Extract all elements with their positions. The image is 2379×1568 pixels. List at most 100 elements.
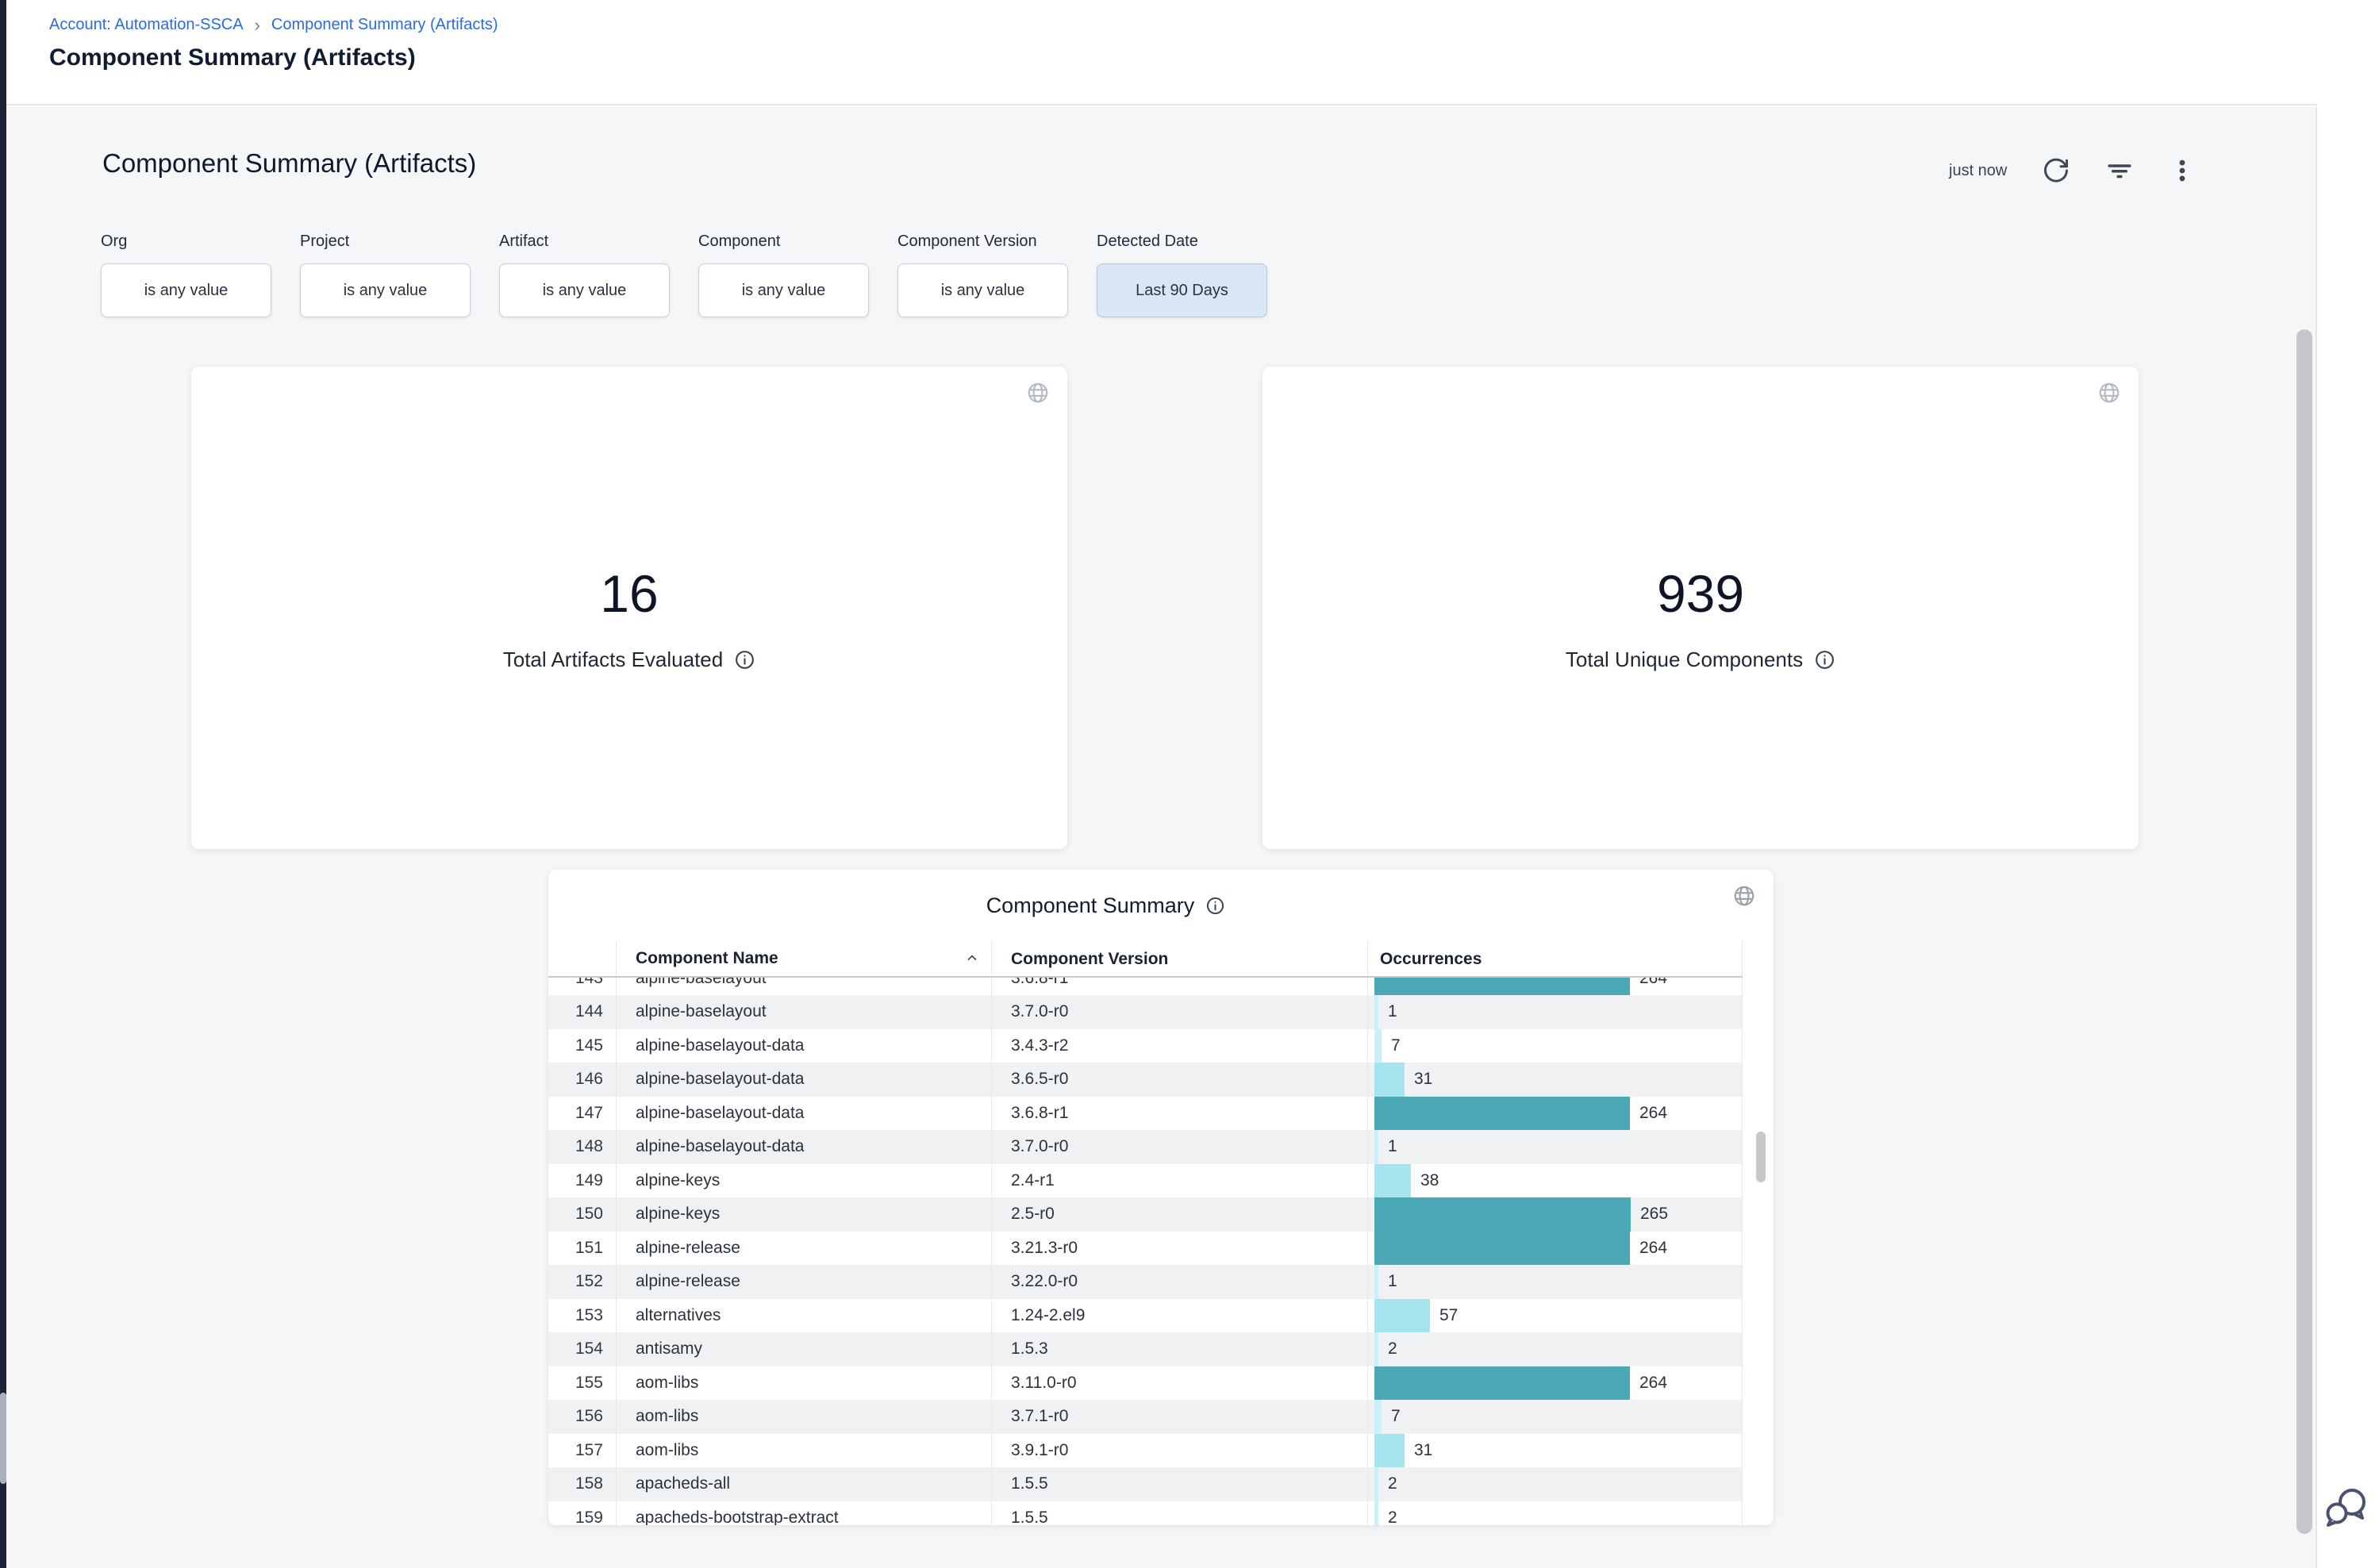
component-version-cell: 3.6.8-r1 bbox=[991, 978, 1367, 995]
refresh-button[interactable] bbox=[2042, 156, 2070, 185]
row-number: 145 bbox=[548, 1029, 616, 1063]
component-version-cell: 3.21.3-r0 bbox=[991, 1232, 1367, 1266]
page-title: Component Summary (Artifacts) bbox=[49, 44, 416, 71]
filter-toggle-button[interactable] bbox=[2105, 156, 2134, 185]
page-scrollbar-thumb[interactable] bbox=[2296, 329, 2312, 1534]
breadcrumb-current-link[interactable]: Component Summary (Artifacts) bbox=[271, 16, 498, 34]
component-name-cell: alpine-baselayout-data bbox=[616, 1063, 991, 1097]
table-row[interactable]: 149alpine-keys2.4-r138 bbox=[548, 1164, 1743, 1198]
component-summary-table-card: Component Summary Component Name bbox=[548, 870, 1774, 1525]
filter-value-component[interactable]: is any value bbox=[698, 263, 869, 317]
component-name-cell: alpine-baselayout-data bbox=[616, 1097, 991, 1131]
row-number: 158 bbox=[548, 1467, 616, 1501]
table-row[interactable]: 159apacheds-bootstrap-extract1.5.52 bbox=[548, 1501, 1743, 1526]
chat-help-button[interactable] bbox=[2320, 1481, 2373, 1536]
globe-icon bbox=[2097, 381, 2121, 405]
component-name-cell: alpine-release bbox=[616, 1265, 991, 1299]
more-actions-button[interactable] bbox=[2169, 157, 2196, 184]
column-header-component-version[interactable]: Component Version bbox=[991, 941, 1367, 976]
table-row[interactable]: 153alternatives1.24-2.el957 bbox=[548, 1299, 1743, 1333]
component-name-cell: aom-libs bbox=[616, 1366, 991, 1401]
occurrences-cell: 264 bbox=[1367, 978, 1743, 995]
component-name-cell: apacheds-all bbox=[616, 1467, 991, 1501]
occurrences-cell: 265 bbox=[1367, 1197, 1743, 1232]
table-header-row: Component Name Component Version Occurre… bbox=[548, 941, 1743, 978]
table-row[interactable]: 154antisamy1.5.32 bbox=[548, 1332, 1743, 1366]
filter-project: Projectis any value bbox=[300, 233, 471, 317]
component-name-cell: aom-libs bbox=[616, 1400, 991, 1434]
filter-value-detected-date[interactable]: Last 90 Days bbox=[1097, 263, 1267, 317]
table-row[interactable]: 155aom-libs3.11.0-r0264 bbox=[548, 1366, 1743, 1401]
table-row[interactable]: 156aom-libs3.7.1-r07 bbox=[548, 1400, 1743, 1434]
column-header-row-number bbox=[548, 941, 616, 976]
occurrence-value: 265 bbox=[1640, 1197, 1668, 1232]
stat-card-total-artifacts: 16 Total Artifacts Evaluated bbox=[191, 367, 1067, 849]
occurrence-value: 264 bbox=[1639, 1366, 1667, 1401]
breadcrumb: Account: Automation-SSCA › Component Sum… bbox=[49, 16, 498, 34]
occurrence-value: 264 bbox=[1639, 1232, 1667, 1266]
component-name-cell: antisamy bbox=[616, 1332, 991, 1366]
occurrence-bar bbox=[1374, 1130, 1378, 1164]
occurrence-bar bbox=[1374, 1097, 1630, 1131]
table-row[interactable]: 144alpine-baselayout3.7.0-r01 bbox=[548, 995, 1743, 1029]
table-scrollbar-thumb[interactable] bbox=[1756, 1132, 1766, 1182]
row-number: 152 bbox=[548, 1265, 616, 1299]
info-icon[interactable] bbox=[1205, 896, 1225, 916]
table-row[interactable]: 150alpine-keys2.5-r0265 bbox=[548, 1197, 1743, 1232]
filter-component-version: Component Versionis any value bbox=[897, 233, 1068, 317]
table-row[interactable]: 148alpine-baselayout-data3.7.0-r01 bbox=[548, 1130, 1743, 1164]
component-version-cell: 3.7.0-r0 bbox=[991, 1130, 1367, 1164]
sidebar-scrollbar-thumb[interactable] bbox=[0, 1393, 6, 1484]
component-version-cell: 1.24-2.el9 bbox=[991, 1299, 1367, 1333]
stat-label: Total Unique Components bbox=[1566, 648, 1803, 672]
column-header-component-name[interactable]: Component Name bbox=[616, 941, 991, 976]
occurrence-bar bbox=[1374, 1332, 1378, 1366]
occurrence-bar bbox=[1374, 1299, 1430, 1333]
occurrence-bar bbox=[1374, 1501, 1378, 1526]
occurrences-cell: 264 bbox=[1367, 1366, 1743, 1401]
occurrence-value: 31 bbox=[1414, 1434, 1432, 1468]
column-header-occurrences[interactable]: Occurrences bbox=[1367, 941, 1743, 976]
component-version-cell: 3.4.3-r2 bbox=[991, 1029, 1367, 1063]
table-row[interactable]: 157aom-libs3.9.1-r031 bbox=[548, 1434, 1743, 1468]
component-name-cell: alpine-baselayout bbox=[616, 978, 991, 995]
occurrences-cell: 7 bbox=[1367, 1029, 1743, 1063]
globe-button[interactable] bbox=[1026, 381, 1050, 407]
filter-label: Detected Date bbox=[1097, 233, 1267, 251]
filter-org: Orgis any value bbox=[101, 233, 271, 317]
occurrence-bar bbox=[1374, 1063, 1405, 1097]
filter-value-artifact[interactable]: is any value bbox=[499, 263, 670, 317]
table-row[interactable]: 152alpine-release3.22.0-r01 bbox=[548, 1265, 1743, 1299]
filter-value-project[interactable]: is any value bbox=[300, 263, 471, 317]
table-row[interactable]: 151alpine-release3.21.3-r0264 bbox=[548, 1232, 1743, 1266]
info-icon[interactable] bbox=[1814, 649, 1835, 671]
occurrence-value: 264 bbox=[1639, 1097, 1667, 1131]
row-number: 154 bbox=[548, 1332, 616, 1366]
row-number: 156 bbox=[548, 1400, 616, 1434]
filter-component: Componentis any value bbox=[698, 233, 869, 317]
table-row[interactable]: 146alpine-baselayout-data3.6.5-r031 bbox=[548, 1063, 1743, 1097]
occurrence-value: 7 bbox=[1391, 1029, 1401, 1063]
component-name-cell: apacheds-bootstrap-extract bbox=[616, 1501, 991, 1526]
filter-value-org[interactable]: is any value bbox=[101, 263, 271, 317]
row-number: 146 bbox=[548, 1063, 616, 1097]
table-row[interactable]: 158apacheds-all1.5.52 bbox=[548, 1467, 1743, 1501]
globe-button[interactable] bbox=[1732, 884, 1756, 910]
component-version-cell: 3.7.1-r0 bbox=[991, 1400, 1367, 1434]
filter-label: Artifact bbox=[499, 233, 670, 251]
component-name-cell: aom-libs bbox=[616, 1434, 991, 1468]
component-version-cell: 2.4-r1 bbox=[991, 1164, 1367, 1198]
globe-button[interactable] bbox=[2097, 381, 2121, 407]
table-row[interactable]: 147alpine-baselayout-data3.6.8-r1264 bbox=[548, 1097, 1743, 1131]
component-name-cell: alpine-baselayout-data bbox=[616, 1029, 991, 1063]
filter-value-component-version[interactable]: is any value bbox=[897, 263, 1068, 317]
breadcrumb-account-link[interactable]: Account: Automation-SSCA bbox=[49, 16, 244, 34]
table-row[interactable]: 143alpine-baselayout3.6.8-r1264 bbox=[548, 978, 1743, 995]
component-name-cell: alpine-keys bbox=[616, 1197, 991, 1232]
row-number: 150 bbox=[548, 1197, 616, 1232]
info-icon[interactable] bbox=[734, 649, 755, 671]
occurrences-cell: 38 bbox=[1367, 1164, 1743, 1198]
partially-scrolled-row: 143alpine-baselayout3.6.8-r1264 bbox=[548, 978, 1743, 995]
table-row[interactable]: 145alpine-baselayout-data3.4.3-r2 7 bbox=[548, 1029, 1743, 1063]
page-header: Account: Automation-SSCA › Component Sum… bbox=[6, 0, 2317, 106]
